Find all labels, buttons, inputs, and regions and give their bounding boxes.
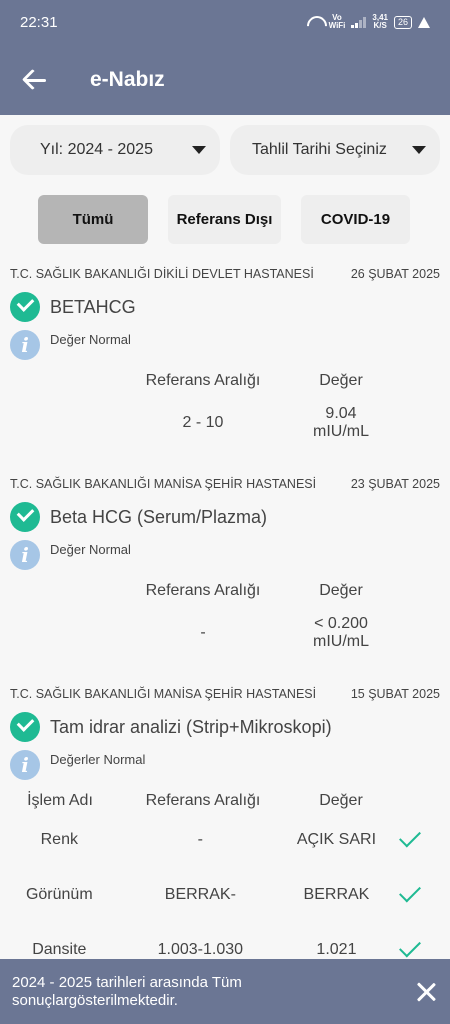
result-header: T.C. SAĞLIK BAKANLIĞI DİKİLİ DEVLET HAST… (10, 266, 440, 282)
wifi-icon (307, 16, 323, 28)
tab-out-of-reference[interactable]: Referans Dışı (168, 195, 281, 244)
result-value: < 0.200 mIU/mL (313, 615, 369, 650)
test-name: BETAHCG (50, 296, 136, 317)
result-date: 23 ŞUBAT 2025 (350, 477, 440, 491)
parameter-name: Görünüm (25, 885, 93, 903)
reference-range: BERRAK- (164, 885, 236, 903)
filter-row: Yıl: 2024 - 2025 Tahlil Tarihi Seçiniz (0, 115, 450, 175)
header-reference-range: Referans Aralığı (145, 582, 261, 599)
checkmark-icon (399, 880, 422, 903)
test-title-row: Tam idrar analizi (Strip+Mikroskopi) (10, 712, 440, 742)
value-table-header: İşlem Adı Referans Aralığı Değer (10, 790, 440, 812)
flask-icon (418, 16, 430, 28)
header-value: Değer (319, 372, 363, 389)
status-note-row: i Değerler Normal (10, 750, 440, 780)
table-row: Renk - AÇIK SARI (10, 812, 440, 867)
hospital-name: T.C. SAĞLIK BAKANLIĞI MANİSA ŞEHİR HASTA… (10, 477, 317, 491)
table-row: 2 - 10 9.04 mIU/mL (10, 392, 440, 454)
test-title-row: BETAHCG (10, 292, 440, 322)
status-time: 22:31 (20, 13, 58, 31)
reference-range: 1.003-1.030 (157, 940, 244, 958)
header-value: Değer (319, 582, 363, 599)
info-icon: i (10, 750, 40, 780)
speed-unit: K/S (373, 21, 387, 30)
status-note-row: i Değer Normal (10, 540, 440, 570)
status-bar: 22:31 Vo WiFi 3,41 K/S 26 (0, 0, 450, 44)
result-header: T.C. SAĞLIK BAKANLIĞI MANİSA ŞEHİR HASTA… (10, 686, 440, 702)
result-header: T.C. SAĞLIK BAKANLIĞI MANİSA ŞEHİR HASTA… (10, 476, 440, 492)
result-value: 1.021 (316, 940, 357, 958)
close-icon[interactable] (416, 982, 436, 1002)
checkmark-icon (399, 935, 422, 958)
parameter-name: Renk (40, 830, 78, 848)
vowifi-bottom: WiFi (328, 21, 346, 30)
reference-range: 2 - 10 (182, 414, 224, 431)
status-note: Değerler Normal (50, 751, 146, 767)
header-reference-range: Referans Aralığı (145, 372, 261, 389)
snackbar-message: 2024 - 2025 tarihleri arasında Tüm sonuç… (12, 973, 242, 1009)
status-note: Değer Normal (50, 541, 131, 557)
status-icons: Vo WiFi 3,41 K/S 26 (307, 14, 430, 30)
year-dropdown[interactable]: Yıl: 2024 - 2025 (10, 125, 220, 175)
check-circle-icon (10, 502, 40, 532)
test-date-dropdown[interactable]: Tahlil Tarihi Seçiniz (230, 125, 440, 175)
table-row: Görünüm BERRAK- BERRAK (10, 867, 440, 922)
value-table-header: Referans Aralığı Değer (10, 370, 440, 392)
value-table-header: Referans Aralığı Değer (10, 580, 440, 602)
network-speed: 3,41 K/S (372, 14, 388, 30)
year-dropdown-value: Yıl: 2024 - 2025 (40, 141, 153, 158)
reference-range: - (197, 830, 203, 848)
result-value: BERRAK (303, 885, 370, 903)
check-circle-icon (10, 292, 40, 322)
result-date: 15 ŞUBAT 2025 (350, 687, 440, 701)
reference-range: - (200, 624, 206, 641)
test-title-row: Beta HCG (Serum/Plazma) (10, 502, 440, 532)
result-card[interactable]: T.C. SAĞLIK BAKANLIĞI DİKİLİ DEVLET HAST… (0, 266, 450, 454)
info-icon: i (10, 540, 40, 570)
checkmark-icon (399, 825, 422, 848)
caret-down-icon (412, 146, 426, 154)
result-card[interactable]: T.C. SAĞLIK BAKANLIĞI MANİSA ŞEHİR HASTA… (0, 476, 450, 664)
table-row: - < 0.200 mIU/mL (10, 602, 440, 664)
signal-icon (351, 16, 367, 28)
result-date: 26 ŞUBAT 2025 (350, 267, 440, 281)
back-arrow-icon[interactable] (22, 67, 48, 93)
hospital-name: T.C. SAĞLIK BAKANLIĞI MANİSA ŞEHİR HASTA… (10, 687, 317, 701)
test-date-dropdown-value: Tahlil Tarihi Seçiniz (252, 141, 387, 158)
result-value: 9.04 mIU/mL (313, 405, 369, 440)
app-bar: e-Nabız (0, 44, 450, 115)
header-test-name: İşlem Adı (27, 792, 93, 809)
result-card[interactable]: T.C. SAĞLIK BAKANLIĞI MANİSA ŞEHİR HASTA… (0, 686, 450, 977)
snackbar: 2024 - 2025 tarihleri arasında Tüm sonuç… (0, 959, 450, 1024)
header-value: Değer (319, 792, 363, 809)
caret-down-icon (192, 146, 206, 154)
info-icon: i (10, 330, 40, 360)
test-name: Tam idrar analizi (Strip+Mikroskopi) (50, 716, 332, 737)
battery-icon: 26 (393, 15, 412, 29)
parameter-name: Dansite (32, 940, 87, 958)
result-value: AÇIK SARI (296, 830, 377, 848)
check-circle-icon (10, 712, 40, 742)
status-note: Değer Normal (50, 331, 131, 347)
filter-tabs: Tümü Referans Dışı COVID-19 (0, 175, 450, 244)
tab-all[interactable]: Tümü (38, 195, 148, 244)
tab-covid-19[interactable]: COVID-19 (301, 195, 410, 244)
hospital-name: T.C. SAĞLIK BAKANLIĞI DİKİLİ DEVLET HAST… (10, 267, 314, 281)
status-note-row: i Değer Normal (10, 330, 440, 360)
vowifi-indicator: Vo WiFi (329, 14, 346, 30)
test-name: Beta HCG (Serum/Plazma) (50, 506, 268, 527)
header-reference-range: Referans Aralığı (145, 792, 261, 809)
page-title: e-Nabız (90, 67, 165, 91)
